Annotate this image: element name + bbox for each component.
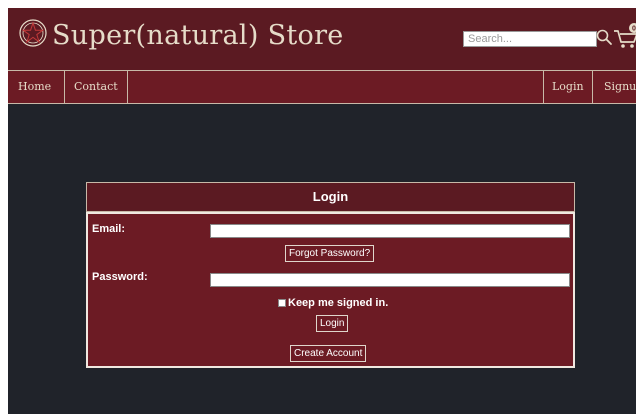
nav-login[interactable]: Login <box>552 71 584 103</box>
pentagram-logo-icon[interactable] <box>18 18 48 48</box>
main-nav: Home Contact Login Signup <box>8 70 636 104</box>
login-heading: Login <box>86 182 575 212</box>
search-icon[interactable] <box>595 28 613 46</box>
nav-divider <box>64 71 65 103</box>
shopping-cart-icon[interactable]: 0 <box>612 22 636 50</box>
nav-home[interactable]: Home <box>18 71 51 103</box>
nav-divider <box>592 71 593 103</box>
nav-divider <box>543 71 544 103</box>
password-field[interactable] <box>210 273 570 287</box>
nav-contact[interactable]: Contact <box>74 71 118 103</box>
site-header: Super(natural) Store 0 <box>8 8 636 70</box>
email-label: Email: <box>92 223 126 235</box>
keep-signed-in-label[interactable]: Keep me signed in. <box>288 297 388 309</box>
keep-signed-in-row: Keep me signed in. <box>278 297 388 309</box>
app-window: Super(natural) Store 0 Home Contact Logi… <box>8 8 636 414</box>
forgot-password-button[interactable]: Forgot Password? <box>285 245 375 262</box>
login-button[interactable]: Login <box>316 315 349 332</box>
create-account-button[interactable]: Create Account <box>290 345 367 362</box>
nav-signup[interactable]: Signup <box>604 71 636 103</box>
password-label: Password: <box>92 271 148 283</box>
cart-count-badge: 0 <box>632 26 636 33</box>
store-title[interactable]: Super(natural) Store <box>52 20 344 51</box>
email-field[interactable] <box>210 224 570 238</box>
nav-divider <box>127 71 128 103</box>
keep-signed-in-checkbox[interactable] <box>278 299 286 307</box>
search-input[interactable] <box>463 31 597 47</box>
login-form: Email: Forgot Password? Password: Keep m… <box>86 212 575 368</box>
